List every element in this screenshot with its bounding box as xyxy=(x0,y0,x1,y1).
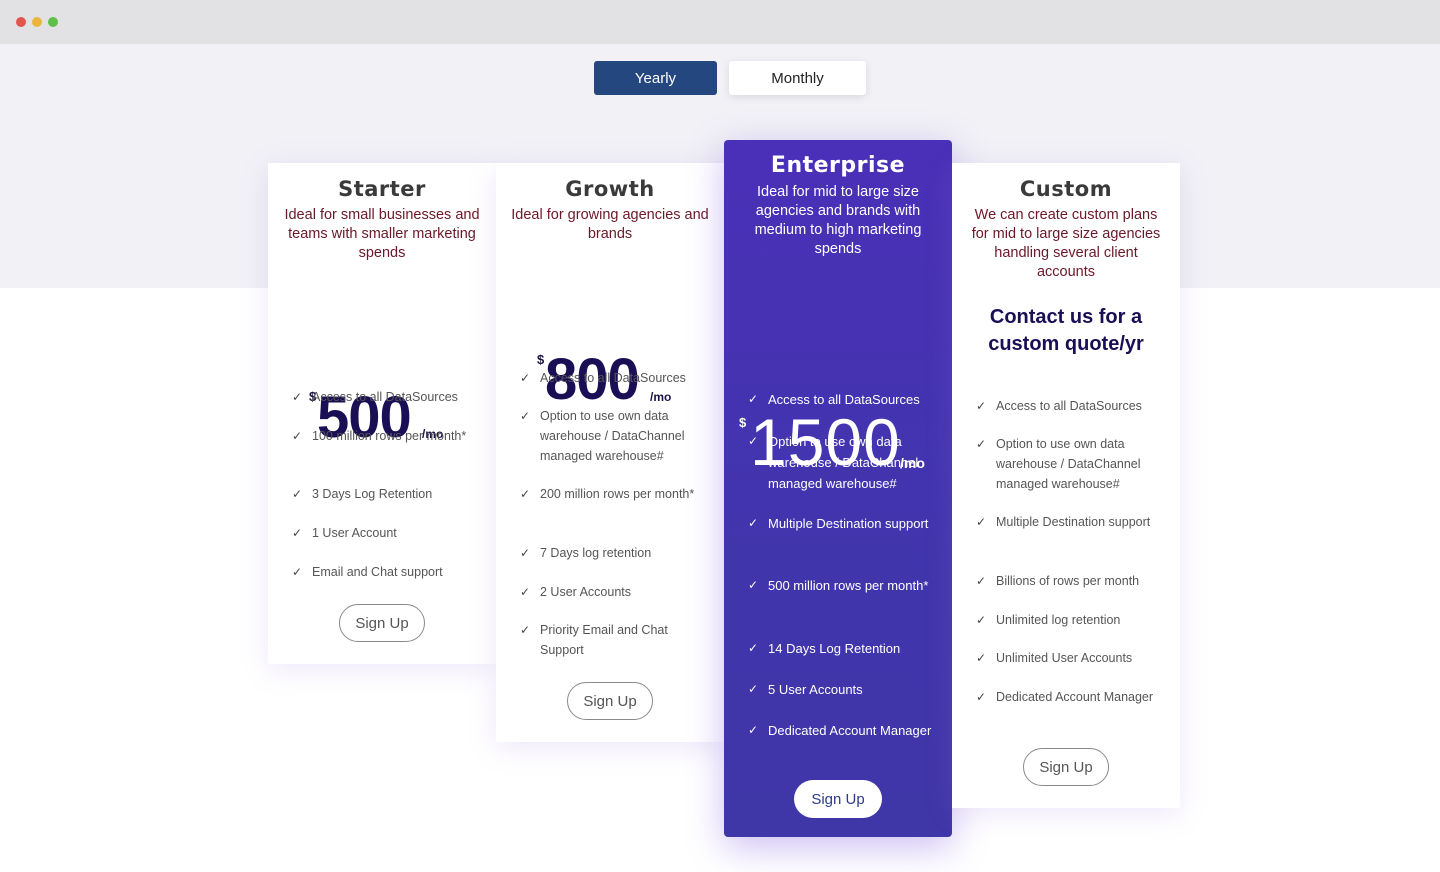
plan-card-growth: Growth Ideal for growing agencies and br… xyxy=(496,163,724,742)
feature-item: ✓ 7 Days log retention xyxy=(520,543,710,563)
check-icon: ✓ xyxy=(292,565,303,579)
feature-item: ✓ Dedicated Account Manager xyxy=(976,687,1166,707)
sign-up-button[interactable]: Sign Up xyxy=(794,780,882,818)
feature-item: ✓ Option to use own data warehouse / Data… xyxy=(976,434,1166,494)
feature-item: ✓ 3 Days Log Retention xyxy=(292,484,482,504)
check-icon: ✓ xyxy=(976,515,987,529)
check-icon: ✓ xyxy=(520,546,531,560)
check-icon: ✓ xyxy=(520,585,531,599)
plan-price: $ 1500 /mo xyxy=(724,259,952,475)
check-icon: ✓ xyxy=(748,578,759,592)
check-icon: ✓ xyxy=(292,429,303,443)
plan-card-custom: Custom We can create custom plans for mi… xyxy=(952,163,1180,808)
feature-item: ✓ Multiple Destination support xyxy=(976,512,1166,532)
check-icon: ✓ xyxy=(292,526,303,540)
feature-item: ✓ Option to use own data warehouse / Data… xyxy=(520,406,710,466)
price-currency: $ xyxy=(739,415,747,430)
minimize-window-icon[interactable] xyxy=(32,17,42,27)
feature-item: ✓ 200 million rows per month* xyxy=(520,484,710,504)
feature-item: ✓ Priority Email and Chat Support xyxy=(520,620,710,660)
feature-item: ✓ 1 User Account xyxy=(292,523,482,543)
feature-item: ✓ 2 User Accounts xyxy=(520,582,710,602)
feature-item: ✓ Multiple Destination support xyxy=(748,513,938,534)
close-window-icon[interactable] xyxy=(16,17,26,27)
price-period: /mo xyxy=(650,390,672,404)
plan-description: Ideal for small businesses and teams wit… xyxy=(284,207,480,261)
maximize-window-icon[interactable] xyxy=(48,17,58,27)
feature-item: ✓ Unlimited User Accounts xyxy=(976,648,1166,668)
plan-card-starter: Starter Ideal for small businesses and t… xyxy=(268,163,496,664)
feature-item: ✓ 14 Days Log Retention xyxy=(748,638,938,659)
feature-item: ✓ Dedicated Account Manager xyxy=(748,720,938,741)
feature-item: ✓ 5 User Accounts xyxy=(748,679,938,700)
plan-price: $ 500 /mo xyxy=(268,263,496,448)
check-icon: ✓ xyxy=(976,651,987,665)
check-icon: ✓ xyxy=(520,371,531,385)
check-icon: ✓ xyxy=(748,723,759,737)
check-icon: ✓ xyxy=(520,623,531,637)
feature-item: ✓ Billions of rows per month xyxy=(976,571,1166,591)
check-icon: ✓ xyxy=(748,434,759,448)
plan-name: Custom xyxy=(1019,177,1113,201)
plan-name: Growth xyxy=(565,177,655,201)
plan-card-enterprise: Enterprise Ideal for mid to large size a… xyxy=(724,140,952,837)
feature-item: ✓ Option to use own data warehouse / Data… xyxy=(748,431,938,494)
feature-item: ✓ 100 million rows per month* xyxy=(292,426,482,446)
check-icon: ✓ xyxy=(520,487,531,501)
check-icon: ✓ xyxy=(748,392,759,406)
plan-price: $ 800 /mo xyxy=(496,244,724,410)
contact-for-quote: Contact us for a custom quote/yr xyxy=(988,306,1144,355)
yearly-toggle-button[interactable]: Yearly xyxy=(594,61,717,95)
check-icon: ✓ xyxy=(976,613,987,627)
plan-description: We can create custom plans for mid to la… xyxy=(971,207,1161,280)
check-icon: ✓ xyxy=(976,574,987,588)
feature-item: ✓ Access to all DataSources xyxy=(748,389,938,410)
plan-name: Enterprise xyxy=(770,153,906,178)
feature-item: ✓ Access to all DataSources xyxy=(292,387,482,407)
plan-name: Starter xyxy=(338,177,426,201)
feature-item: ✓ Access to all DataSources xyxy=(976,396,1166,416)
check-icon: ✓ xyxy=(748,516,759,530)
check-icon: ✓ xyxy=(520,409,531,423)
sign-up-button[interactable]: Sign Up xyxy=(1023,748,1109,786)
check-icon: ✓ xyxy=(748,641,759,655)
sign-up-button[interactable]: Sign Up xyxy=(339,604,425,642)
feature-item: ✓ Email and Chat support xyxy=(292,562,482,582)
price-currency: $ xyxy=(537,352,545,367)
check-icon: ✓ xyxy=(292,487,303,501)
feature-item: ✓ 500 million rows per month* xyxy=(748,575,938,596)
check-icon: ✓ xyxy=(976,690,987,704)
check-icon: ✓ xyxy=(292,390,303,404)
browser-titlebar xyxy=(0,0,1440,44)
feature-item: ✓ Access to all DataSources xyxy=(520,368,710,388)
check-icon: ✓ xyxy=(976,437,987,451)
monthly-toggle-button[interactable]: Monthly xyxy=(729,61,866,95)
sign-up-button[interactable]: Sign Up xyxy=(567,682,653,720)
plan-description: Ideal for growing agencies and brands xyxy=(511,207,709,242)
check-icon: ✓ xyxy=(748,682,759,696)
feature-item: ✓ Unlimited log retention xyxy=(976,610,1166,630)
check-icon: ✓ xyxy=(976,399,987,413)
plan-description: Ideal for mid to large size agencies and… xyxy=(754,184,922,257)
